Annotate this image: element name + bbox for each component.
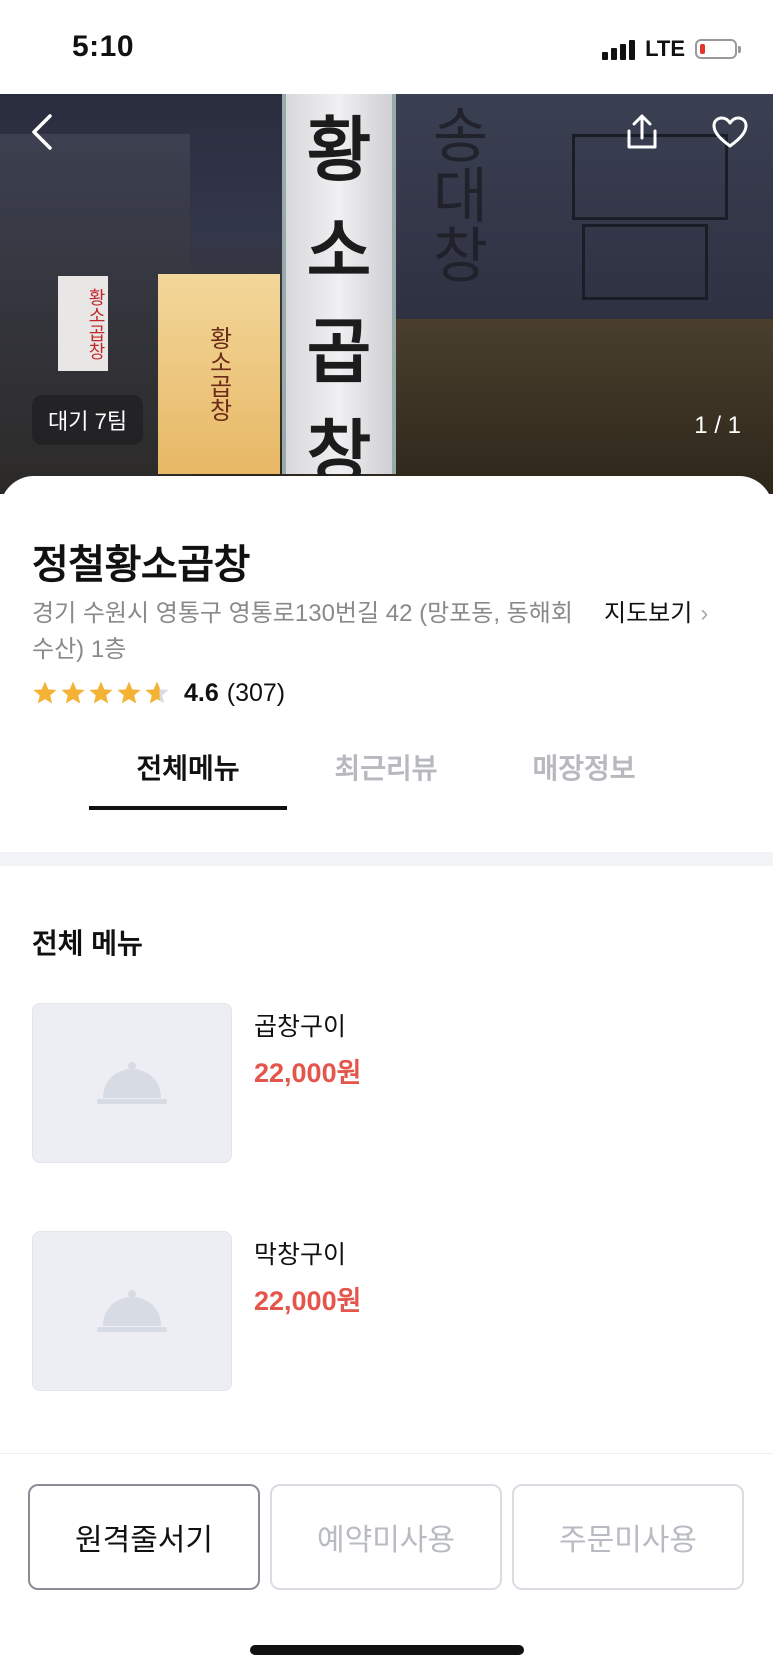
rating-stars (32, 680, 170, 706)
menu-section-title: 전체 메뉴 (32, 928, 143, 959)
order-button[interactable]: 주문미사용 (512, 1484, 744, 1590)
status-indicators: LTE (602, 36, 741, 62)
wait-count-badge: 대기 7팀 (32, 395, 144, 445)
battery-icon (695, 39, 741, 59)
back-icon[interactable] (22, 110, 62, 154)
signal-icon (602, 38, 636, 60)
menu-thumbnail (32, 1003, 232, 1163)
share-icon[interactable] (622, 110, 662, 154)
tab-store-info[interactable]: 매장정보 (485, 724, 683, 810)
rating-value: 4.6 (184, 678, 219, 707)
bottom-action-bar: 원격줄서기 예약미사용 주문미사용 (0, 1453, 773, 1674)
remote-queue-button[interactable]: 원격줄서기 (28, 1484, 260, 1590)
menu-item[interactable]: 막창구이 22,000원 (32, 1231, 740, 1391)
star-icon (117, 681, 141, 704)
map-view-link[interactable]: 지도보기 › (604, 596, 708, 632)
status-bar: 5:10 LTE (0, 0, 773, 94)
star-icon (89, 681, 113, 704)
map-view-label: 지도보기 (604, 600, 693, 627)
review-count: (307) (226, 678, 286, 707)
heart-icon[interactable] (708, 110, 752, 154)
reservation-button[interactable]: 예약미사용 (270, 1484, 502, 1590)
tab-all-menu[interactable]: 전체메뉴 (89, 724, 287, 810)
star-icon (61, 681, 85, 704)
photo-sign-side: 황소곱창 (158, 274, 280, 474)
menu-item[interactable]: 곱창구이 22,000원 (32, 1003, 740, 1163)
home-indicator (250, 1645, 524, 1655)
detail-tabs: 전체메뉴 최근리뷰 매장정보 (0, 724, 773, 812)
cloche-icon (97, 1290, 167, 1332)
photo-counter: 1 / 1 (694, 412, 741, 439)
star-icon (145, 681, 169, 704)
section-divider (0, 852, 773, 866)
menu-item-price: 22,000원 (254, 1058, 362, 1088)
menu-item-price: 22,000원 (254, 1286, 362, 1316)
cloche-icon (97, 1062, 167, 1104)
menu-item-name: 막창구이 (254, 1241, 347, 1269)
photo-sign-main: 황 소 곱 창 (282, 94, 396, 494)
status-time: 5:10 (72, 30, 135, 63)
chevron-right-icon: › (700, 600, 709, 627)
store-name: 정철황소곱창 (32, 543, 250, 587)
tab-active-indicator (89, 806, 287, 810)
store-address: 경기 수원시 영통구 영통로130번길 42 (망포동, 동해회수산) 1층 (32, 600, 573, 663)
photo-sign-small: 황소곱창 (58, 276, 108, 371)
tab-recent-reviews[interactable]: 최근리뷰 (287, 724, 485, 810)
menu-thumbnail (32, 1231, 232, 1391)
network-label: LTE (645, 36, 685, 61)
store-rating[interactable]: 4.6 (307) (32, 675, 285, 711)
menu-item-name: 곱창구이 (254, 1013, 347, 1041)
star-icon (33, 681, 57, 704)
